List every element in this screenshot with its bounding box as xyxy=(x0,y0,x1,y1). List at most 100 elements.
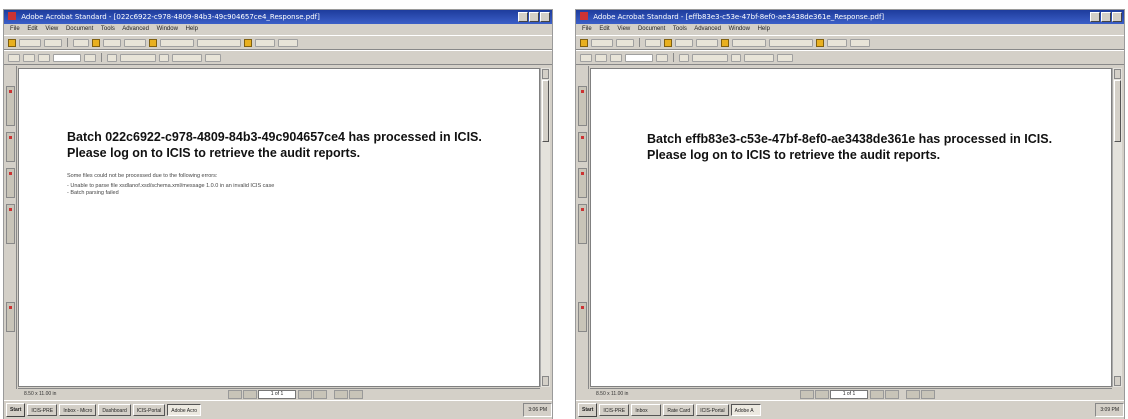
sign-button[interactable] xyxy=(850,38,870,47)
taskbar-item[interactable]: Dashboard xyxy=(98,404,131,416)
close-button[interactable] xyxy=(1112,12,1122,22)
vertical-scrollbar[interactable] xyxy=(1112,68,1122,387)
review-button[interactable] xyxy=(197,38,241,47)
taskbar-item-active[interactable]: Adobe A xyxy=(730,404,761,416)
taskbar-item[interactable]: ICIS-PRE xyxy=(27,404,58,416)
bookmarks-tab[interactable] xyxy=(578,86,587,126)
next-view-icon[interactable] xyxy=(921,390,935,399)
open-icon[interactable] xyxy=(580,38,588,47)
bookmarks-tab[interactable] xyxy=(6,86,15,126)
previous-page-icon[interactable] xyxy=(815,390,829,399)
zoom-in-button[interactable] xyxy=(38,53,50,62)
hand-tool-button[interactable] xyxy=(580,53,592,62)
secure-icon[interactable] xyxy=(816,38,824,47)
next-page-icon[interactable] xyxy=(870,390,884,399)
secure-button[interactable] xyxy=(827,38,847,47)
scroll-down-icon[interactable] xyxy=(542,376,549,386)
taskbar-item[interactable]: Rate Card xyxy=(663,404,695,416)
menu-view[interactable]: View xyxy=(617,26,630,32)
review-button[interactable] xyxy=(769,38,813,47)
pages-tab[interactable] xyxy=(578,204,587,244)
menu-view[interactable]: View xyxy=(45,26,58,32)
rotate-button[interactable] xyxy=(777,53,793,62)
start-button[interactable]: Start xyxy=(6,403,26,417)
menu-file[interactable]: File xyxy=(10,26,20,32)
previous-view-icon[interactable] xyxy=(906,390,920,399)
signatures-tab[interactable] xyxy=(578,132,587,162)
menu-tools[interactable]: Tools xyxy=(673,26,687,32)
taskbar-item[interactable]: ICIS-Portal xyxy=(696,404,729,416)
menu-advanced[interactable]: Advanced xyxy=(122,26,149,32)
search-button[interactable] xyxy=(124,38,146,47)
last-page-icon[interactable] xyxy=(885,390,899,399)
taskbar-item[interactable]: Inbox xyxy=(631,404,662,416)
scroll-thumb[interactable] xyxy=(1114,80,1121,142)
save-button[interactable] xyxy=(616,38,634,47)
save-button[interactable] xyxy=(44,38,62,47)
taskbar-item[interactable]: Inbox - Micro xyxy=(59,404,97,416)
sign-button[interactable] xyxy=(278,38,298,47)
maximize-button[interactable] xyxy=(1101,12,1111,22)
scroll-thumb[interactable] xyxy=(542,80,549,142)
print-icon[interactable] xyxy=(92,38,100,47)
snapshot-button[interactable] xyxy=(731,53,741,62)
minimize-button[interactable] xyxy=(518,12,528,22)
zoom-level-field[interactable] xyxy=(625,53,653,62)
rotate-button[interactable] xyxy=(205,53,221,62)
page-indicator[interactable]: 1 of 1 xyxy=(258,390,296,399)
comments-tab[interactable] xyxy=(578,302,587,332)
select-text-button[interactable] xyxy=(120,53,156,62)
window-title-bar[interactable]: Adobe Acrobat Standard - [022c6922-c978-… xyxy=(4,10,552,24)
close-button[interactable] xyxy=(540,12,550,22)
start-button[interactable]: Start xyxy=(578,403,598,417)
layers-tab[interactable] xyxy=(578,168,587,198)
next-view-icon[interactable] xyxy=(349,390,363,399)
previous-view-icon[interactable] xyxy=(334,390,348,399)
select-tool-button[interactable] xyxy=(23,53,35,62)
menu-file[interactable]: File xyxy=(582,26,592,32)
maximize-button[interactable] xyxy=(529,12,539,22)
menu-help[interactable]: Help xyxy=(186,26,198,32)
scroll-down-icon[interactable] xyxy=(1114,376,1121,386)
email-button[interactable] xyxy=(675,38,693,47)
select-text-button[interactable] xyxy=(692,53,728,62)
menu-tools[interactable]: Tools xyxy=(101,26,115,32)
secure-icon[interactable] xyxy=(244,38,252,47)
help-button[interactable] xyxy=(73,38,89,47)
zoom-in-button[interactable] xyxy=(610,53,622,62)
scroll-up-icon[interactable] xyxy=(1114,69,1121,79)
taskbar-item-active[interactable]: Adobe Acro xyxy=(167,404,202,416)
menu-help[interactable]: Help xyxy=(758,26,770,32)
scroll-up-icon[interactable] xyxy=(542,69,549,79)
menu-document[interactable]: Document xyxy=(66,26,93,32)
secure-button[interactable] xyxy=(255,38,275,47)
zoom-level-field[interactable] xyxy=(53,53,81,62)
print-icon[interactable] xyxy=(664,38,672,47)
create-pdf-button[interactable] xyxy=(160,38,194,47)
hand-tool-button[interactable] xyxy=(8,53,20,62)
search-button[interactable] xyxy=(696,38,718,47)
first-page-icon[interactable] xyxy=(800,390,814,399)
select-tool-button[interactable] xyxy=(595,53,607,62)
zoom-out-button[interactable] xyxy=(84,53,96,62)
taskbar-item[interactable]: ICIS-PRE xyxy=(599,404,630,416)
menu-document[interactable]: Document xyxy=(638,26,665,32)
open-icon[interactable] xyxy=(8,38,16,47)
page-button[interactable] xyxy=(107,53,117,62)
vertical-scrollbar[interactable] xyxy=(540,68,550,387)
signatures-tab[interactable] xyxy=(6,132,15,162)
previous-page-icon[interactable] xyxy=(243,390,257,399)
menu-edit[interactable]: Edit xyxy=(599,26,609,32)
email-button[interactable] xyxy=(103,38,121,47)
view-button[interactable] xyxy=(744,53,774,62)
first-page-icon[interactable] xyxy=(228,390,242,399)
create-pdf-icon[interactable] xyxy=(149,38,157,47)
snapshot-button[interactable] xyxy=(159,53,169,62)
next-page-icon[interactable] xyxy=(298,390,312,399)
menu-edit[interactable]: Edit xyxy=(27,26,37,32)
help-button[interactable] xyxy=(645,38,661,47)
zoom-out-button[interactable] xyxy=(656,53,668,62)
menu-advanced[interactable]: Advanced xyxy=(694,26,721,32)
create-pdf-button[interactable] xyxy=(732,38,766,47)
page-indicator[interactable]: 1 of 1 xyxy=(830,390,868,399)
